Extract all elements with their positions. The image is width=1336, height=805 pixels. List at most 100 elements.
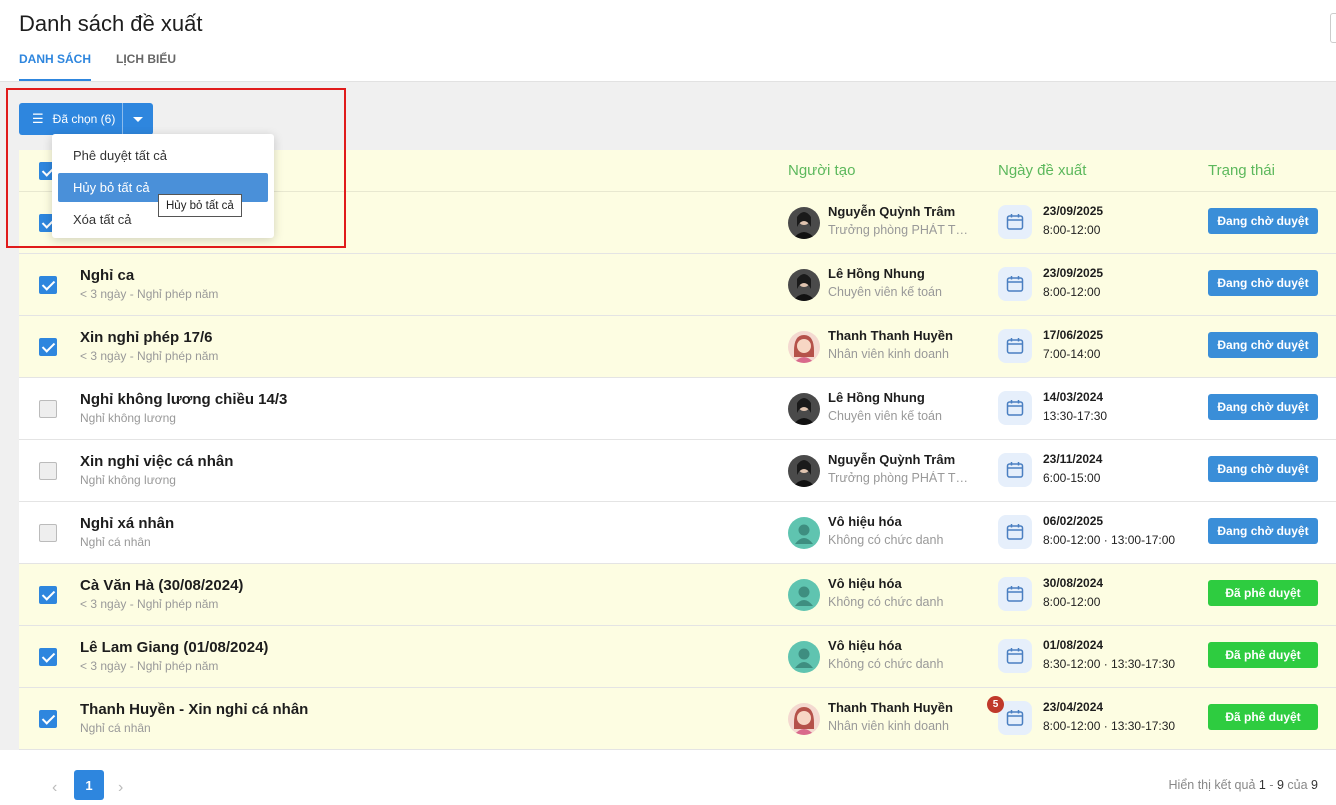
menu-tooltip: Hủy bỏ tất cả — [158, 194, 242, 217]
proposal-title[interactable]: Cà Văn Hà (30/08/2024) — [80, 577, 243, 594]
table-body: Nguyễn Quỳnh Trâm Trưởng phòng PHÁT TRIỂN… — [19, 192, 1336, 750]
page-button-current[interactable]: 1 — [74, 770, 104, 800]
creator-role: Trưởng phòng PHÁT TRIỂN — [828, 223, 973, 237]
tab-bar: DANH SÁCH LỊCH BIỂU — [19, 52, 201, 81]
creator-name: Nguyễn Quỳnh Trâm — [828, 452, 956, 467]
status-badge[interactable]: Đang chờ duyệt — [1208, 394, 1318, 420]
proposal-type: < 3 ngày - Nghỉ phép năm — [80, 597, 219, 611]
dropdown-toggle[interactable] — [123, 103, 153, 135]
row-checkbox[interactable] — [39, 648, 57, 666]
proposal-title[interactable]: Xin nghỉ phép 17/6 — [80, 329, 213, 346]
proposal-title[interactable]: Nghỉ xá nhân — [80, 515, 174, 532]
proposal-date: 23/11/2024 — [1043, 452, 1103, 466]
avatar — [788, 269, 820, 301]
proposal-title[interactable]: Nghỉ không lương chiều 14/3 — [80, 391, 287, 408]
creator-name: Lê Hồng Nhung — [828, 266, 925, 281]
chevron-right-icon[interactable]: › — [118, 779, 123, 797]
row-checkbox[interactable] — [39, 710, 57, 728]
header-action-button[interactable] — [1330, 13, 1336, 43]
table-row[interactable]: Nghỉ ca < 3 ngày - Nghỉ phép năm Lê Hồng N… — [19, 254, 1336, 316]
status-badge[interactable]: Đã phê duyệt — [1208, 642, 1318, 668]
creator-role: Chuyên viên kế toán — [828, 409, 942, 423]
proposal-time: 13:30-17:30 — [1043, 409, 1108, 423]
table-row[interactable]: Thanh Huyền - Xin nghỉ cá nhân Nghỉ cá nh… — [19, 688, 1336, 750]
table-row[interactable]: Xin nghỉ phép 17/6 < 3 ngày - Nghỉ phép n… — [19, 316, 1336, 378]
proposal-title[interactable]: Thanh Huyền - Xin nghỉ cá nhân — [80, 701, 308, 718]
creator-name: Nguyễn Quỳnh Trâm — [828, 204, 956, 219]
selected-actions-button[interactable]: ☰ Đã chọn (6) — [19, 103, 153, 135]
result-total: 9 — [1311, 778, 1318, 792]
proposal-title[interactable]: Nghỉ ca — [80, 267, 134, 284]
proposal-type: Nghỉ không lương — [80, 411, 176, 425]
table-row[interactable]: Nghỉ không lương chiều 14/3 Nghỉ không lư… — [19, 378, 1336, 440]
table-row[interactable]: Nghỉ xá nhân Nghỉ cá nhân Vô hiệu hóa Không… — [19, 502, 1336, 564]
proposal-date: 06/02/2025 — [1043, 514, 1104, 528]
proposal-title[interactable]: Xin nghỉ việc cá nhân — [80, 453, 233, 470]
creator-name: Vô hiệu hóa — [828, 576, 902, 591]
proposal-type: Nghỉ không lương — [80, 473, 176, 487]
proposal-date: 23/09/2025 — [1043, 204, 1104, 218]
row-checkbox[interactable] — [39, 586, 57, 604]
result-range-start: 1 — [1258, 778, 1266, 792]
table-row[interactable]: Cà Văn Hà (30/08/2024) < 3 ngày - Nghỉ ph… — [19, 564, 1336, 626]
bulk-action-menu: Phê duyệt tất cả Hủy bỏ tất cả Xóa tất c… — [52, 134, 274, 238]
creator-name: Thanh Thanh Huyền — [828, 328, 953, 343]
proposal-time: 8:00-12:00 — [1043, 285, 1101, 299]
table-row[interactable]: Xin nghỉ việc cá nhân Nghỉ không lương Ngu… — [19, 440, 1336, 502]
proposal-type: Nghỉ cá nhân — [80, 721, 151, 735]
proposal-date: 23/04/2024 — [1043, 700, 1104, 714]
proposal-time: 7:00-14:00 — [1043, 347, 1101, 361]
creator-name: Thanh Thanh Huyền — [828, 700, 953, 715]
row-checkbox[interactable] — [39, 400, 57, 418]
proposal-date: 30/08/2024 — [1043, 576, 1104, 590]
tab-list[interactable]: DANH SÁCH — [19, 52, 91, 81]
result-range-sep: - — [1269, 778, 1274, 792]
selected-count-label: Đã chọn (6) — [52, 112, 116, 126]
row-checkbox[interactable] — [39, 338, 57, 356]
status-badge[interactable]: Đang chờ duyệt — [1208, 332, 1318, 358]
avatar — [788, 207, 820, 239]
menu-icon: ☰ — [32, 111, 44, 126]
comment-count-badge: 5 — [987, 696, 1004, 713]
creator-role: Không có chức danh — [828, 533, 944, 547]
calendar-icon — [998, 577, 1032, 611]
column-date[interactable]: Ngày đề xuất — [998, 162, 1086, 179]
creator-role: Trưởng phòng PHÁT TRIỂN — [828, 471, 973, 485]
menu-item-approve-all[interactable]: Phê duyệt tất cả — [58, 141, 268, 170]
proposal-type: < 3 ngày - Nghỉ phép năm — [80, 287, 219, 301]
avatar — [788, 579, 820, 611]
avatar — [788, 517, 820, 549]
status-badge[interactable]: Đã phê duyệt — [1208, 580, 1318, 606]
column-status[interactable]: Trạng thái — [1208, 162, 1275, 179]
calendar-icon — [998, 453, 1032, 487]
caret-down-icon — [133, 116, 143, 122]
calendar-icon — [998, 267, 1032, 301]
creator-role: Chuyên viên kế toán — [828, 285, 942, 299]
proposal-date: 14/03/2024 — [1043, 390, 1104, 404]
tab-schedule[interactable]: LỊCH BIỂU — [116, 52, 176, 81]
proposal-date: 23/09/2025 — [1043, 266, 1104, 280]
calendar-icon — [998, 515, 1032, 549]
status-badge[interactable]: Đang chờ duyệt — [1208, 270, 1318, 296]
table-row[interactable]: Lê Lam Giang (01/08/2024) < 3 ngày - Nghỉ… — [19, 626, 1336, 688]
status-badge[interactable]: Đang chờ duyệt — [1208, 456, 1318, 482]
proposal-table: Người tạo Ngày đề xuất Trạng thái Nguyễn… — [19, 150, 1336, 750]
proposal-time: 8:30-12:00 · 13:30-17:30 — [1043, 657, 1176, 671]
status-badge[interactable]: Đang chờ duyệt — [1208, 208, 1318, 234]
proposal-time: 8:00-12:00 — [1043, 223, 1101, 237]
proposal-date: 17/06/2025 — [1043, 328, 1104, 342]
selected-count-button[interactable]: ☰ Đã chọn (6) — [19, 103, 123, 135]
row-checkbox[interactable] — [39, 462, 57, 480]
row-checkbox[interactable] — [39, 524, 57, 542]
chevron-left-icon[interactable]: ‹ — [52, 779, 57, 797]
row-checkbox[interactable] — [39, 276, 57, 294]
column-creator[interactable]: Người tạo — [788, 162, 855, 179]
status-badge[interactable]: Đã phê duyệt — [1208, 704, 1318, 730]
calendar-icon — [998, 391, 1032, 425]
result-info-prefix: Hiển thị kết quả — [1168, 778, 1256, 792]
proposal-title[interactable]: Lê Lam Giang (01/08/2024) — [80, 639, 268, 656]
proposal-type: < 3 ngày - Nghỉ phép năm — [80, 659, 219, 673]
status-badge[interactable]: Đang chờ duyệt — [1208, 518, 1318, 544]
proposal-time: 8:00-12:00 · 13:00-17:00 — [1043, 533, 1176, 547]
avatar — [788, 703, 820, 735]
